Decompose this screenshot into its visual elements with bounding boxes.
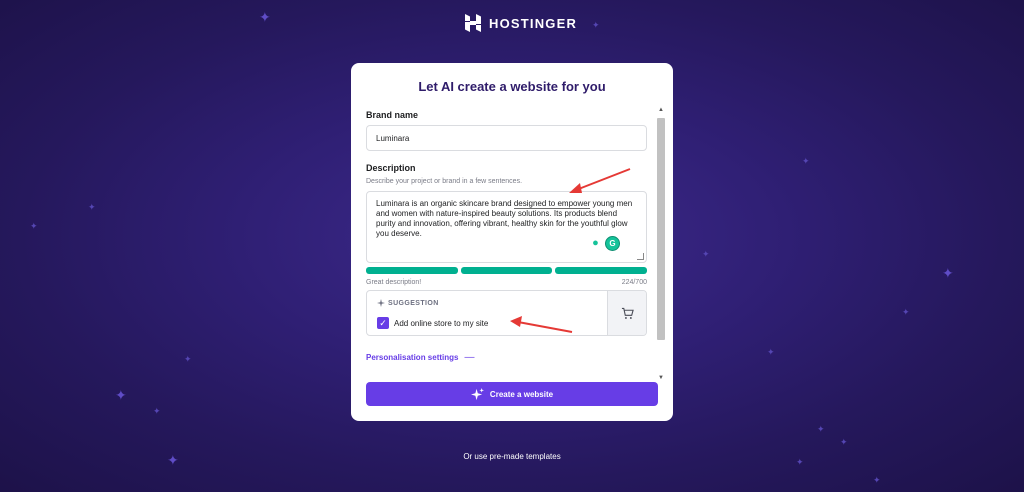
scrollbar-thumb[interactable]	[657, 118, 665, 340]
sparkle-icon	[377, 299, 385, 307]
card-title: Let AI create a website for you	[418, 79, 606, 94]
sparkle-icon: ✦	[767, 347, 775, 357]
ai-website-card: Let AI create a website for you Brand na…	[351, 63, 673, 421]
cart-icon-box	[607, 291, 646, 335]
progress-segment	[555, 267, 648, 274]
hostinger-logo[interactable]: HOSTINGER	[464, 12, 577, 34]
premade-templates-link[interactable]: Or use pre-made templates	[0, 452, 1024, 461]
description-text-start: Luminara is an organic skincare brand	[376, 199, 514, 208]
description-label: Description	[366, 163, 416, 173]
sparkle-icon: ✦	[153, 406, 161, 416]
create-website-button[interactable]: Create a website	[366, 382, 658, 406]
scroll-up-icon[interactable]: ▲	[658, 107, 664, 113]
progress-segment	[366, 267, 458, 274]
personalisation-settings-toggle[interactable]: Personalisation settings —	[366, 352, 474, 363]
sparkle-icon: ✦	[702, 249, 710, 259]
description-text-underlined: designed to empower	[513, 199, 591, 209]
description-hint: Describe your project or brand in a few …	[366, 178, 523, 185]
logo-text: HOSTINGER	[489, 15, 578, 31]
sparkle-icon	[470, 387, 484, 400]
sparkle-icon: ✦	[873, 475, 881, 485]
progress-segment	[460, 267, 553, 274]
character-counter: 224/700	[621, 279, 647, 286]
description-textarea[interactable]: Luminara is an organic skincare brand de…	[366, 191, 647, 263]
sparkle-icon: ✦	[802, 156, 810, 166]
suggestion-heading-text: SUGGESTION	[388, 299, 439, 307]
sparkle-icon: ✦	[592, 20, 600, 30]
sparkle-icon: ✦	[817, 424, 825, 434]
sparkle-icon: ✦	[115, 387, 127, 403]
resize-handle-icon[interactable]	[637, 253, 644, 260]
sparkle-icon: ✦	[942, 265, 954, 281]
grammarly-icon[interactable]: G	[605, 236, 620, 251]
description-quality-bar	[366, 267, 648, 274]
sparkle-icon: ✦	[840, 437, 848, 447]
sparkle-icon: ✦	[184, 354, 192, 364]
sparkle-icon: ✦	[259, 9, 271, 25]
cart-icon	[621, 307, 634, 319]
annotation-arrow	[569, 168, 631, 193]
online-store-checkbox[interactable]: ✓	[377, 317, 389, 329]
online-store-option[interactable]: ✓ Add online store to my site	[377, 317, 488, 329]
form-scrollbar[interactable]: ▲ ▼	[656, 107, 666, 381]
annotation-arrow	[510, 316, 573, 333]
sparkle-icon: ✦	[30, 221, 38, 231]
description-status: Great description!	[366, 279, 422, 286]
suggestion-heading: SUGGESTION	[377, 299, 439, 307]
brand-name-input[interactable]: Luminara	[366, 125, 647, 151]
create-website-label[interactable]: Create a website	[490, 390, 553, 399]
collapse-icon[interactable]: —	[464, 352, 474, 363]
grammar-assistant-icons: ● G	[589, 236, 620, 251]
hostinger-h-logo-icon	[465, 14, 481, 32]
scroll-down-icon[interactable]: ▼	[658, 375, 664, 381]
personalisation-label[interactable]: Personalisation settings	[366, 353, 458, 362]
description-status-row: Great description! 224/700	[366, 279, 647, 286]
sparkle-icon: ✦	[88, 202, 96, 212]
online-store-label[interactable]: Add online store to my site	[394, 319, 488, 328]
location-pin-icon[interactable]: ●	[589, 236, 602, 249]
brand-name-label: Brand name	[366, 110, 419, 120]
sparkle-icon: ✦	[902, 307, 910, 317]
